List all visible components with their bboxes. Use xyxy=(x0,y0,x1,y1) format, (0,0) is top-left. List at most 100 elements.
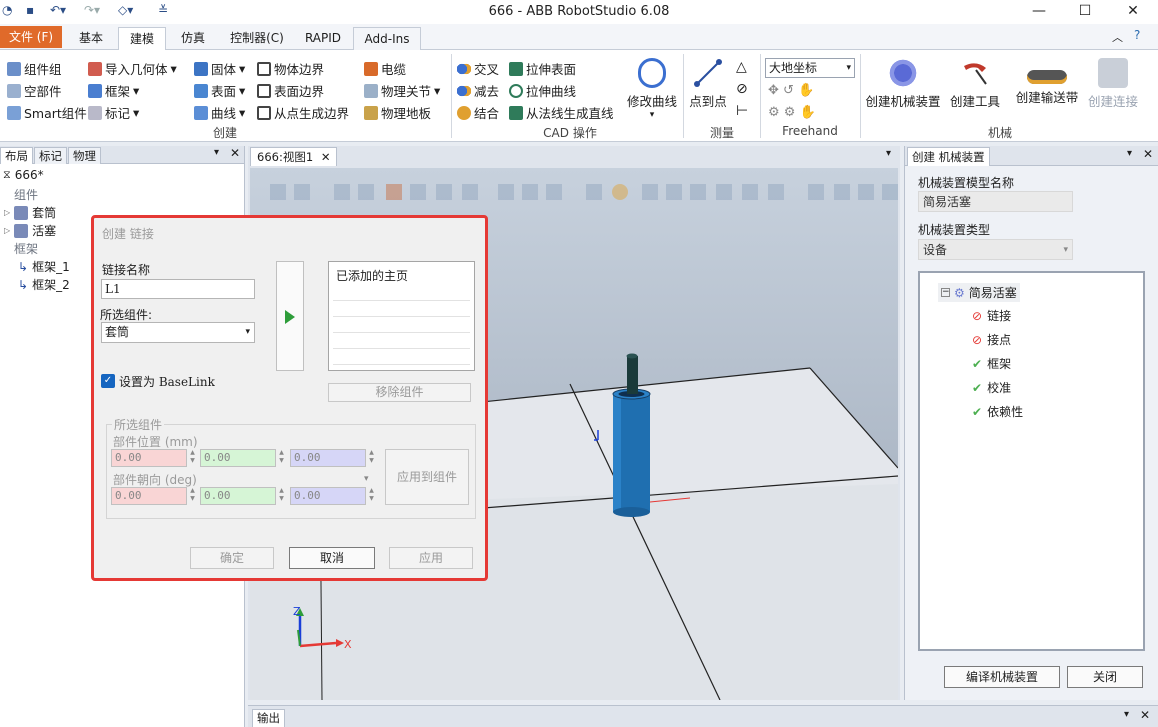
tree-item-links[interactable]: ⊘ 链接 xyxy=(972,307,1011,324)
modify-curve-button[interactable]: 修改曲线 ▾ xyxy=(622,58,682,120)
create-conveyor-button[interactable]: 创建输送带 xyxy=(1012,58,1082,106)
tab-controller[interactable]: 控制器(C) xyxy=(222,27,292,50)
physics-floor-button[interactable]: 物理地板 xyxy=(364,103,431,122)
tree-item-joints[interactable]: ⊘ 接点 xyxy=(972,331,1011,348)
selected-component-select[interactable]: 套筒 ▾ xyxy=(101,322,255,343)
tree-item-frame[interactable]: ↳ 框架_1 xyxy=(18,258,70,275)
extrude-surface-button[interactable]: 拉伸表面 xyxy=(509,59,576,78)
panel-menu-icon[interactable]: ▾ xyxy=(1127,148,1132,159)
view-menu-icon[interactable]: ▾ xyxy=(886,148,891,159)
orientation-x-input[interactable]: 0.00 xyxy=(111,487,187,505)
position-y-input[interactable]: 0.00 xyxy=(200,449,276,467)
cable-button[interactable]: 电缆 xyxy=(364,59,406,78)
component-group-button[interactable]: 组件组 xyxy=(7,59,62,78)
apply-to-component-button[interactable]: 应用到组件 xyxy=(385,449,469,505)
expand-icon[interactable]: ▷ xyxy=(4,208,10,217)
tree-item-frame[interactable]: ↳ 框架_2 xyxy=(18,276,70,293)
compile-mechanism-button[interactable]: 编译机械装置 xyxy=(944,666,1060,688)
output-menu-icon[interactable]: ▾ xyxy=(1124,709,1129,720)
panel-close-icon[interactable]: ✕ xyxy=(1143,147,1153,161)
curve-button[interactable]: 曲线 ▾ xyxy=(194,103,245,122)
tab-addins[interactable]: Add-Ins xyxy=(353,27,421,50)
apply-button[interactable]: 应用 xyxy=(389,547,473,569)
point-to-point-button[interactable]: 点到点 xyxy=(686,58,730,110)
tab-simulation[interactable]: 仿真 xyxy=(170,27,216,50)
position-z-input[interactable]: 0.00 xyxy=(290,449,366,467)
model-name-field[interactable]: 简易活塞 xyxy=(918,191,1073,212)
tab-rapid[interactable]: RAPID xyxy=(298,27,348,50)
surface-border-button[interactable]: 表面边界 xyxy=(257,81,324,100)
orientation-y-input[interactable]: 0.00 xyxy=(200,487,276,505)
tree-item-component[interactable]: ▷ 活塞 xyxy=(4,222,56,239)
import-geometry-button[interactable]: 导入几何体 ▾ xyxy=(88,59,177,78)
tag-button[interactable]: 标记 ▾ xyxy=(88,103,139,122)
collapse-icon[interactable]: − xyxy=(941,288,950,297)
spinner-icon[interactable]: ▲ ▼ xyxy=(367,449,376,467)
tree-item-dependencies[interactable]: ✔ 依赖性 xyxy=(972,403,1023,420)
tab-layout[interactable]: 布局 xyxy=(0,147,33,164)
spinner-icon[interactable]: ▲ ▼ xyxy=(188,449,197,467)
normal-line-button[interactable]: 从法线生成直线 xyxy=(509,103,614,122)
subtract-button[interactable]: 减去 xyxy=(457,81,499,100)
orientation-z-input[interactable]: 0.00 xyxy=(290,487,366,505)
tree-root-node[interactable]: − ⚙ 简易活塞 xyxy=(938,283,1020,302)
freehand-move-icon[interactable]: ✥ ↺ ✋ xyxy=(768,83,814,98)
output-close-icon[interactable]: ✕ xyxy=(1140,708,1150,722)
panel-close-icon[interactable]: ✕ xyxy=(230,146,240,160)
tab-output[interactable]: 输出 xyxy=(252,709,285,727)
tree-item-frames[interactable]: ✔ 框架 xyxy=(972,355,1011,372)
measure-angle-icon[interactable]: △ xyxy=(736,59,747,75)
view-toolbar[interactable] xyxy=(270,184,898,200)
solid-button[interactable]: 固体 ▾ xyxy=(194,59,245,78)
tab-modeling[interactable]: 建模 xyxy=(118,27,166,51)
minimize-button[interactable]: — xyxy=(1016,0,1062,24)
tab-file[interactable]: 文件 (F) xyxy=(0,26,62,48)
frame-button[interactable]: 框架 ▾ xyxy=(88,81,139,100)
expand-icon[interactable]: ▷ xyxy=(4,226,10,235)
panel-menu-icon[interactable]: ▾ xyxy=(214,147,219,158)
baselink-checkbox[interactable]: ✓ xyxy=(101,374,115,388)
add-component-button[interactable] xyxy=(276,261,304,371)
create-tool-button[interactable]: 创建工具 xyxy=(946,58,1004,110)
measure-distance-icon[interactable]: ⊢ xyxy=(736,103,748,119)
ok-button[interactable]: 确定 xyxy=(190,547,274,569)
close-panel-button[interactable]: 关闭 xyxy=(1067,666,1143,688)
spinner-icon[interactable]: ▲ ▼ xyxy=(277,449,286,467)
reference-coord-select[interactable]: 大地坐标 ▾ xyxy=(765,58,855,78)
spinner-icon[interactable]: ▲ ▼ xyxy=(367,487,376,505)
spinner-icon[interactable]: ▲ ▼ xyxy=(277,487,286,505)
orientation-dropdown-icon[interactable]: ▾ xyxy=(364,474,369,484)
surface-button[interactable]: 表面 ▾ xyxy=(194,81,245,100)
mechanism-type-select[interactable]: 设备 ▾ xyxy=(918,239,1073,260)
tree-item-component[interactable]: ▷ 套筒 xyxy=(4,204,56,221)
border-from-points-button[interactable]: 从点生成边界 xyxy=(257,103,349,122)
maximize-button[interactable]: ☐ xyxy=(1062,0,1108,24)
station-node[interactable]: ⧖ 666* xyxy=(3,168,44,182)
tree-item-calibration[interactable]: ✔ 校准 xyxy=(972,379,1011,396)
create-connection-button[interactable]: 创建连接 xyxy=(1084,58,1142,110)
panel-title-tab[interactable]: 创建 机械装置 xyxy=(907,147,990,166)
collapse-ribbon-icon[interactable]: ︿ xyxy=(1112,29,1123,45)
close-window-button[interactable]: ✕ xyxy=(1110,0,1156,24)
spinner-icon[interactable]: ▲ ▼ xyxy=(188,487,197,505)
body-border-button[interactable]: 物体边界 xyxy=(257,59,324,78)
tab-tags[interactable]: 标记 xyxy=(34,147,67,164)
union-button[interactable]: 结合 xyxy=(457,103,499,122)
physics-joint-button[interactable]: 物理关节 ▾ xyxy=(364,81,440,100)
tab-physics[interactable]: 物理 xyxy=(68,147,101,164)
intersect-button[interactable]: 交叉 xyxy=(457,59,499,78)
added-components-list[interactable]: 已添加的主页 xyxy=(328,261,475,371)
help-icon[interactable]: ? xyxy=(1134,28,1140,42)
position-x-input[interactable]: 0.00 xyxy=(111,449,187,467)
smart-component-button[interactable]: Smart组件 xyxy=(7,103,87,122)
cancel-button[interactable]: 取消 xyxy=(289,547,375,569)
tab-basic[interactable]: 基本 xyxy=(68,27,114,50)
extrude-curve-button[interactable]: 拉伸曲线 xyxy=(509,81,576,100)
remove-component-button[interactable]: 移除组件 xyxy=(328,383,471,402)
view-tab-close-icon[interactable]: ✕ xyxy=(321,150,331,164)
create-mechanism-button[interactable]: 创建机械装置 xyxy=(864,58,942,110)
tab-view1[interactable]: 666:视图1 ✕ xyxy=(250,147,338,166)
measure-diameter-icon[interactable]: ⊘ xyxy=(736,81,748,97)
freehand-jog-icon[interactable]: ⚙ ⚙ ✋ xyxy=(768,105,816,120)
link-name-input[interactable]: L1 xyxy=(101,279,255,299)
